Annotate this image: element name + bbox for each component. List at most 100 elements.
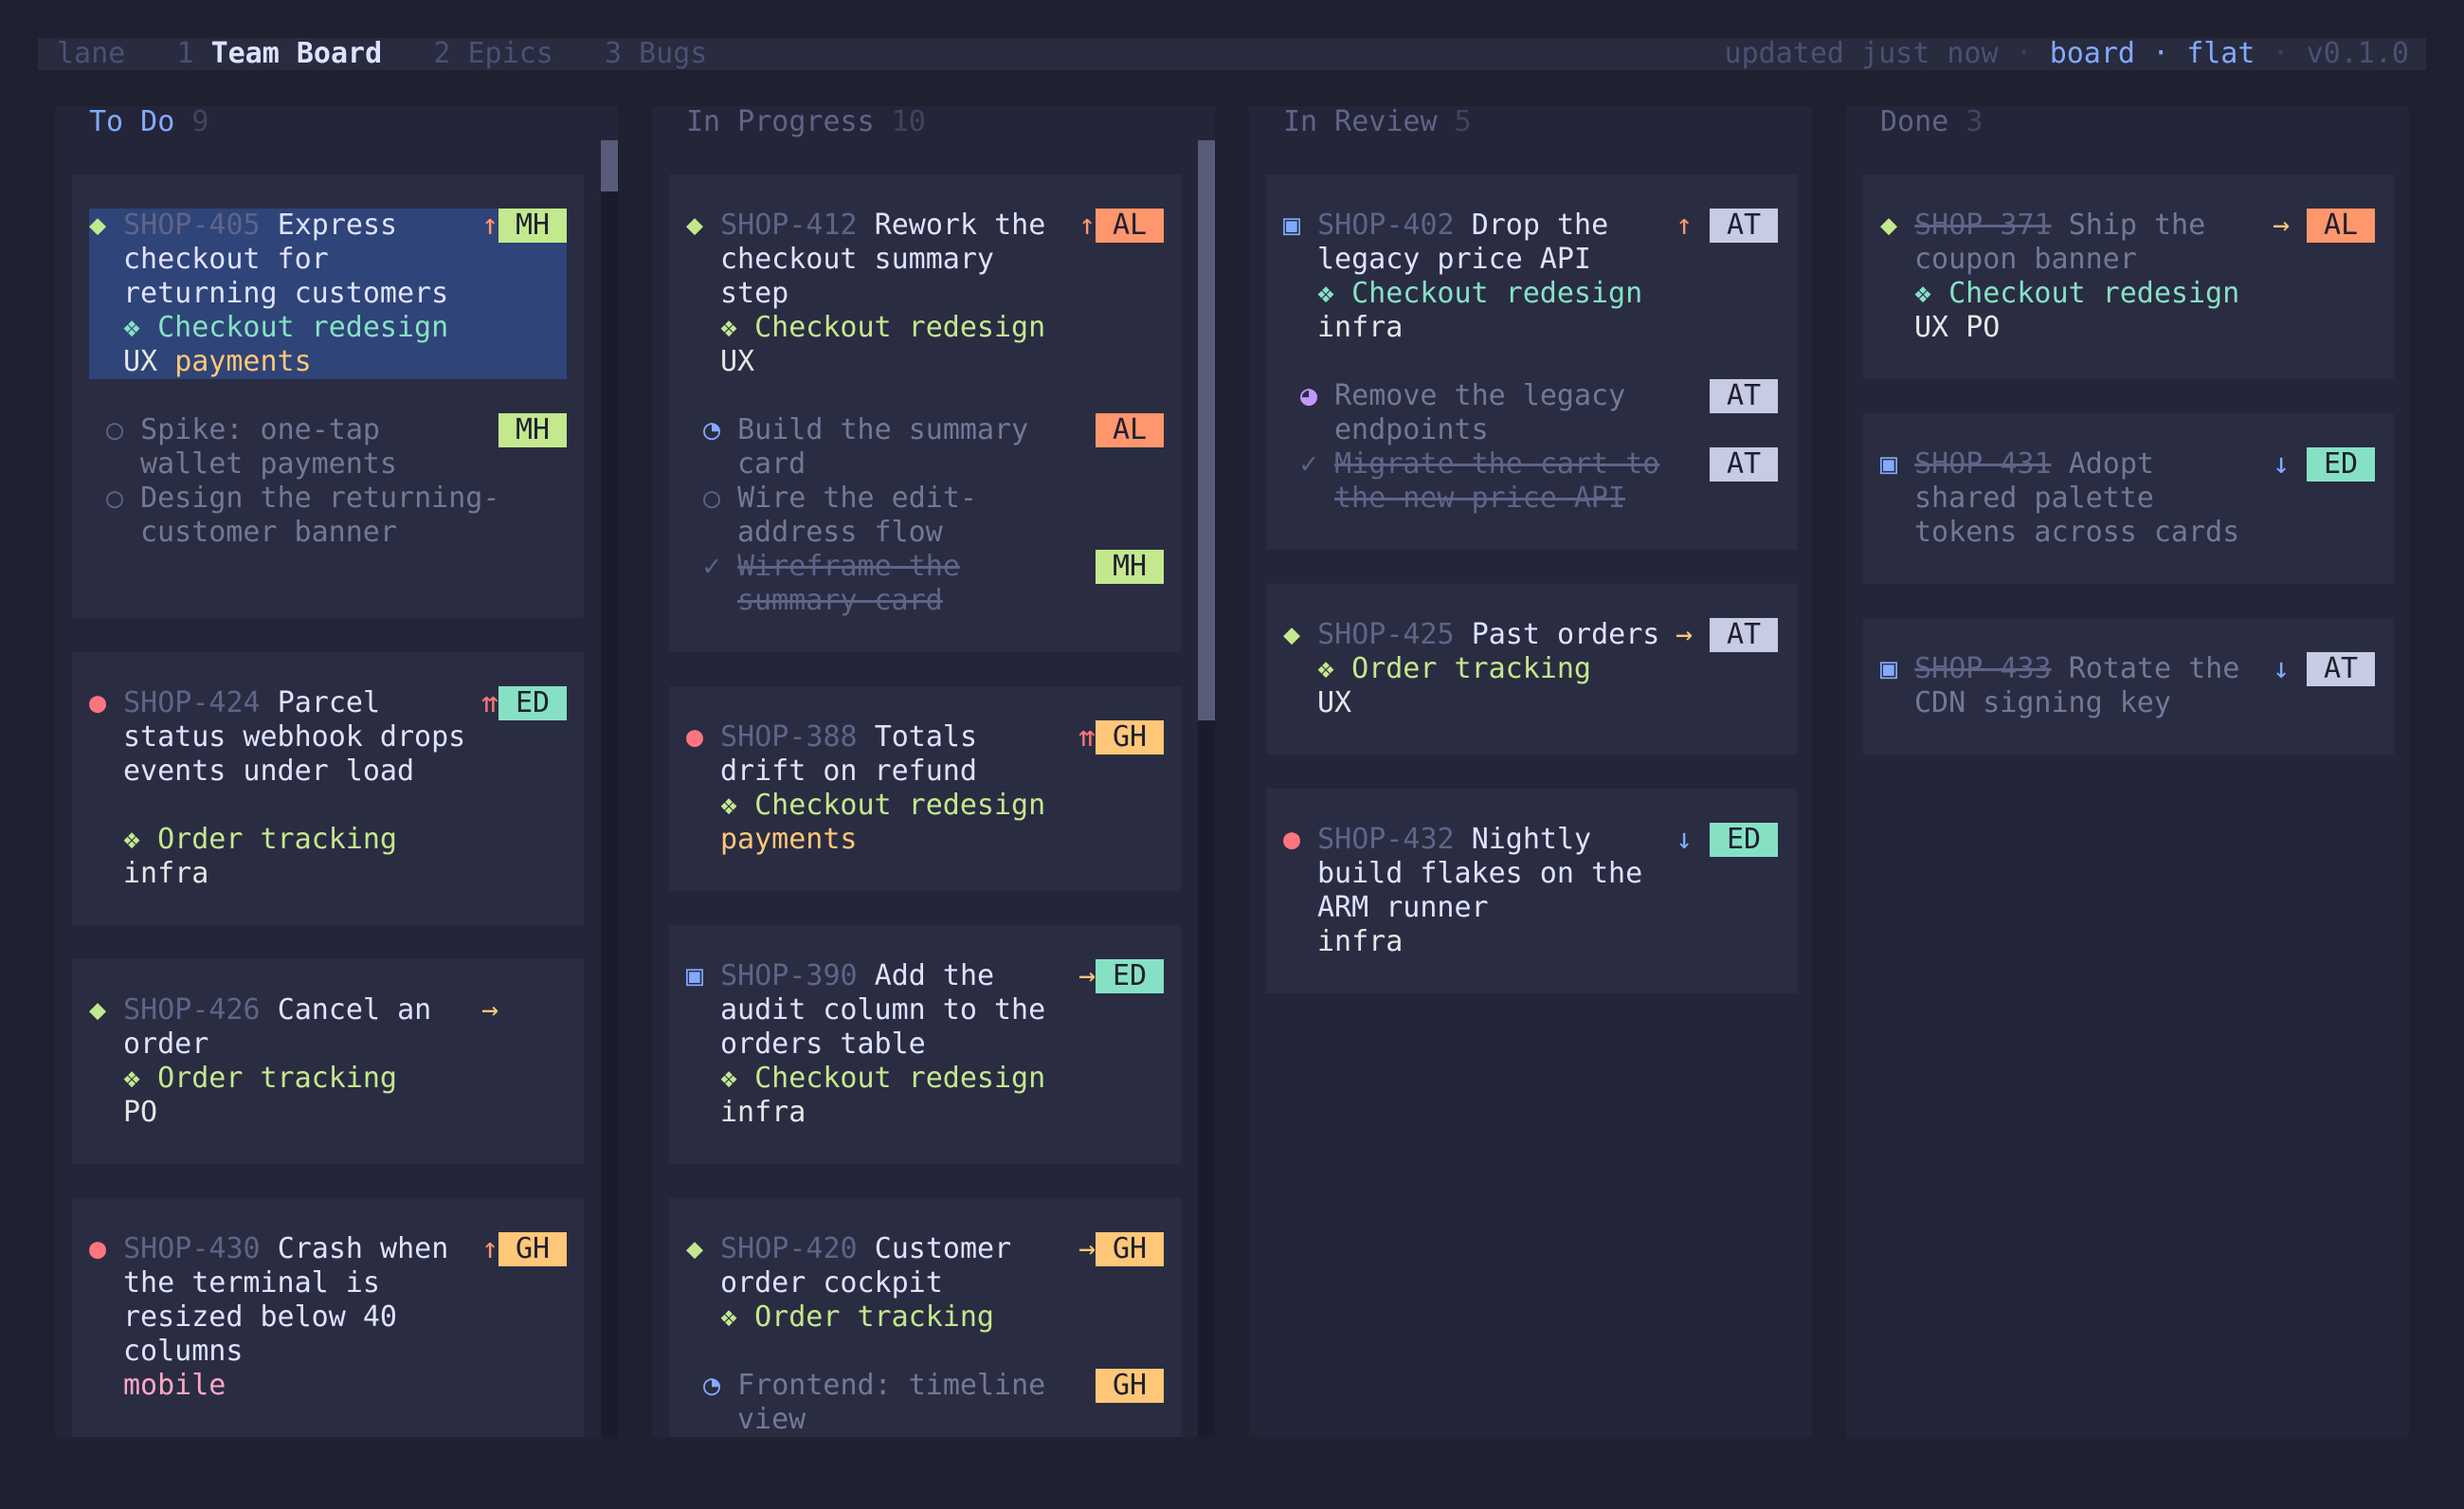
card-shop-412[interactable]: ◆ SHOP-412 Rework the ↑ AL checkout summ… [669,174,1181,652]
priority-highest-icon: ⇈ [481,686,499,719]
card-title-line: ● SHOP-388 Totals [686,720,978,754]
assignee-badge[interactable]: MH [498,413,567,447]
view-mode[interactable]: board [2050,37,2135,70]
epic-label[interactable]: ❖ Order tracking [1317,652,1591,686]
assignee-badge[interactable]: AT [1710,618,1778,652]
card-shop-431[interactable]: ▣ SHOP-431 Adopt ↓ ED shared palette tok… [1863,413,2394,584]
card-title-line: ◆ SHOP-426 Cancel an [89,993,432,1027]
assignee-badge[interactable]: AL [1096,209,1164,243]
card-shop-420[interactable]: ◆ SHOP-420 Customer → GH order cockpit ❖… [669,1198,1181,1437]
issue-key: SHOP-412 [720,209,858,242]
priority-low-icon: ↓ [1676,823,1694,856]
subtask[interactable]: ○ Wire the edit- [703,482,977,516]
epic-label[interactable]: ❖ Checkout redesign [720,789,1045,823]
subtask[interactable]: ◔ Frontend: timeline [703,1369,1045,1403]
card-title-line: ◆ SHOP-420 Customer [686,1232,1012,1265]
assignee-badge[interactable]: GH [498,1232,567,1266]
epic-label[interactable]: ❖ Order tracking [123,1062,397,1096]
issue-key: SHOP-420 [720,1232,858,1265]
tab-team-board[interactable]: 1 Team Board [176,37,382,70]
version: v0.1.0 [2306,37,2409,70]
subtask[interactable]: ◕ Remove the legacy [1300,379,1625,413]
story-icon: ◆ [686,209,704,242]
assignee-badge[interactable]: AT [1710,209,1778,243]
priority-medium-icon: → [1078,1232,1096,1265]
subtask[interactable]: ✓ Migrate the cart to [1300,447,1659,482]
task-icon: ▣ [1283,209,1301,242]
column-to-do: To Do 9 ◆ SHOP-405 Express ↑ MH checkout… [55,106,618,1437]
assignee-badge[interactable]: AT [2307,652,2375,686]
layout-mode[interactable]: flat [2186,37,2255,70]
labels: infra [123,857,209,890]
card-title-line: ● SHOP-424 Parcel [89,686,381,719]
task-icon: ▣ [1880,447,1898,481]
subtask[interactable]: ◔ Build the summary [703,413,1028,447]
card-shop-424[interactable]: ● SHOP-424 Parcel ⇈ ED status webhook dr… [72,652,584,925]
issue-key: SHOP-405 [123,209,261,242]
scrollbar-thumb[interactable] [1198,140,1215,720]
epic-label[interactable]: ❖ Order tracking [123,823,397,857]
assignee-badge[interactable]: GH [1096,720,1164,754]
tab-bugs[interactable]: 3 Bugs [605,37,707,70]
labels: infra [720,1096,806,1129]
card-shop-405[interactable]: ◆ SHOP-405 Express ↑ MH checkout for ret… [72,174,584,618]
card-shop-432[interactable]: ● SHOP-432 Nightly ↓ ED build flakes on … [1266,789,1797,993]
issue-key: SHOP-426 [123,993,261,1027]
assignee-badge[interactable]: AL [2307,209,2375,243]
epic-label[interactable]: ❖ Checkout redesign [720,1062,1045,1096]
labels: UX payments [123,345,312,378]
todo-circle-icon: ○ [703,482,721,515]
epic-label[interactable]: ❖ Checkout redesign [123,311,448,345]
priority-medium-icon: → [1676,618,1694,651]
column-header: Done 3 [1880,105,1984,138]
epic-label[interactable]: ❖ Checkout redesign [1914,277,2239,311]
bug-icon: ● [89,686,107,719]
assignee-badge[interactable]: GH [1096,1232,1164,1266]
assignee-badge[interactable]: MH [498,209,567,243]
assignee-badge[interactable]: ED [1096,959,1164,993]
tab-epics[interactable]: 2 Epics [433,37,553,70]
subtask[interactable]: ○ Design the returning- [106,482,499,516]
todo-circle-icon: ○ [106,413,124,446]
card-shop-390[interactable]: ▣ SHOP-390 Add the → ED audit column to … [669,925,1181,1164]
card-title-line: ▣ SHOP-431 Adopt [1880,447,2154,481]
story-icon: ◆ [686,1232,704,1265]
card-shop-388[interactable]: ● SHOP-388 Totals ⇈ GH drift on refund ❖… [669,686,1181,891]
column-header: To Do 9 [89,105,209,138]
assignee-badge[interactable]: ED [2307,447,2375,482]
subtask[interactable]: ✓ Wireframe the [703,550,960,584]
assignee-badge[interactable]: AT [1710,379,1778,413]
issue-key: SHOP-425 [1317,618,1455,651]
card-shop-425[interactable]: ◆ SHOP-425 Past orders → AT ❖ Order trac… [1266,584,1797,754]
card-shop-426[interactable]: ◆ SHOP-426 Cancel an → order ❖ Order tra… [72,959,584,1164]
issue-key: SHOP-390 [720,959,858,992]
bug-icon: ● [1283,823,1301,856]
bug-icon: ● [686,720,704,754]
card-title-line: ● SHOP-432 Nightly [1283,823,1592,856]
card-shop-402[interactable]: ▣ SHOP-402 Drop the ↑ AT legacy price AP… [1266,174,1797,550]
assignee-badge[interactable]: AT [1710,447,1778,482]
priority-medium-icon: → [481,993,499,1027]
tab-strip: lane 1 Team Board 2 Epics 3 Bugs [57,38,707,70]
epic-label[interactable]: ❖ Order tracking [720,1300,994,1335]
story-icon: ◆ [89,209,107,242]
assignee-badge[interactable]: ED [1710,823,1778,857]
assignee-badge[interactable]: GH [1096,1369,1164,1403]
priority-high-icon: ↑ [1078,209,1096,242]
card-shop-433[interactable]: ▣ SHOP-433 Rotate the ↓ AT CDN signing k… [1863,618,2394,754]
card-shop-430[interactable]: ● SHOP-430 Crash when ↑ GH the terminal … [72,1198,584,1437]
labels: mobile [123,1369,226,1402]
epic-label[interactable]: ❖ Checkout redesign [1317,277,1642,311]
scrollbar-thumb[interactable] [601,140,618,191]
priority-high-icon: ↑ [481,1232,499,1265]
assignee-badge[interactable]: AL [1096,413,1164,447]
card-title-line: ◆ SHOP-412 Rework the [686,209,1046,242]
assignee-badge[interactable]: MH [1096,550,1164,584]
subtask[interactable]: ○ Spike: one-tap [106,413,380,447]
todo-circle-icon: ○ [106,482,124,515]
assignee-badge[interactable]: ED [498,686,567,720]
scrollbar[interactable] [601,140,618,1437]
card-shop-371[interactable]: ◆ SHOP-371 Ship the → AL coupon banner ❖… [1863,174,2394,379]
epic-label[interactable]: ❖ Checkout redesign [720,311,1045,345]
priority-high-icon: ↑ [1676,209,1694,242]
